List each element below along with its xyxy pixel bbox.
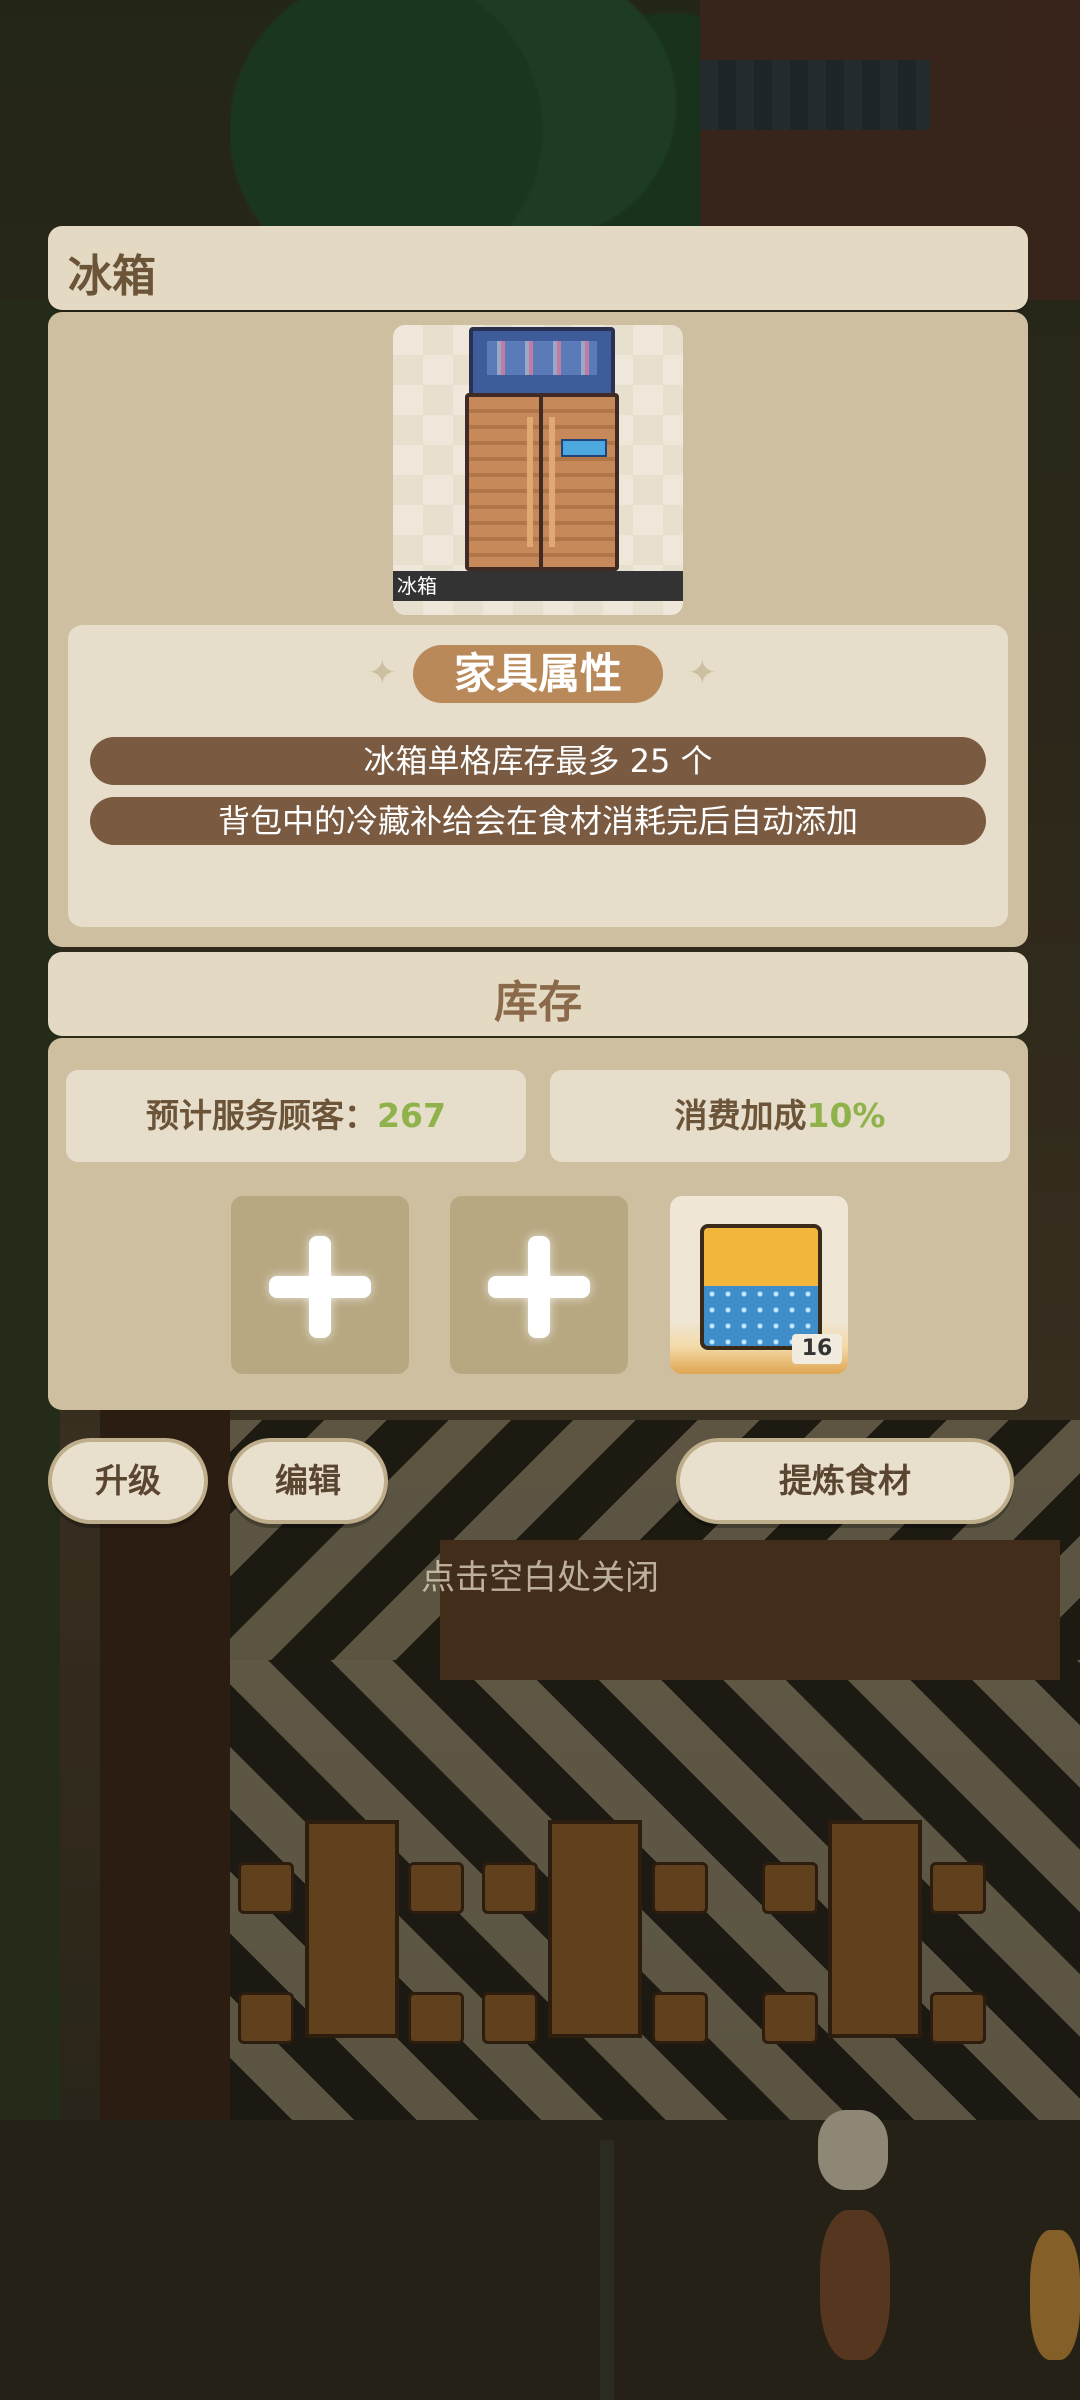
bonus-label: 消费加成: [674, 1096, 807, 1135]
customers-stat: 预计服务顾客：267: [66, 1070, 526, 1162]
dialog-title: 冰箱: [68, 251, 156, 302]
bonus-stat: 消费加成10%: [550, 1070, 1010, 1162]
fridge-icon: [465, 393, 619, 571]
edit-button[interactable]: 编辑: [228, 1438, 388, 1524]
customers-label: 预计服务顾客：: [146, 1096, 378, 1135]
fridge-freezer: [469, 327, 615, 397]
stock-slot-empty[interactable]: [450, 1196, 628, 1374]
sparkle-icon: ✦: [368, 653, 397, 693]
attributes-title: 家具属性: [413, 645, 663, 703]
upgrade-button[interactable]: 升级: [48, 1438, 208, 1524]
item-count: 16: [792, 1334, 842, 1364]
close-hint: 点击空白处关闭: [421, 1558, 659, 1598]
attributes-box: ✦ 家具属性 ✦ 冰箱单格库存最多 25 个 背包中的冷藏补给会在食材消耗完后自…: [68, 625, 1008, 927]
stock-panel: 预计服务顾客：267 消费加成10% 16: [48, 1038, 1028, 1410]
refine-ingredients-button[interactable]: 提炼食材: [676, 1438, 1014, 1524]
thumbnail-label: 冰箱: [393, 571, 683, 601]
furniture-panel: 冰箱 ✦ 家具属性 ✦ 冰箱单格库存最多 25 个 背包中的冷藏补给会在食材消耗…: [48, 312, 1028, 947]
stock-title: 库存: [494, 977, 582, 1028]
stock-slot-empty[interactable]: [231, 1196, 409, 1374]
fridge-thumbnail: 冰箱: [393, 325, 683, 615]
stock-slot-item[interactable]: 16: [670, 1196, 848, 1374]
bonus-value: 10%: [806, 1096, 886, 1135]
stock-header: 库存: [48, 952, 1028, 1036]
sparkle-icon: ✦: [688, 653, 717, 693]
customers-value: 267: [377, 1096, 446, 1135]
attribute-line: 背包中的冷藏补给会在食材消耗完后自动添加: [90, 797, 986, 845]
dialog-header: 冰箱: [48, 226, 1028, 310]
attribute-line: 冰箱单格库存最多 25 个: [90, 737, 986, 785]
ice-supply-icon: [700, 1224, 822, 1290]
